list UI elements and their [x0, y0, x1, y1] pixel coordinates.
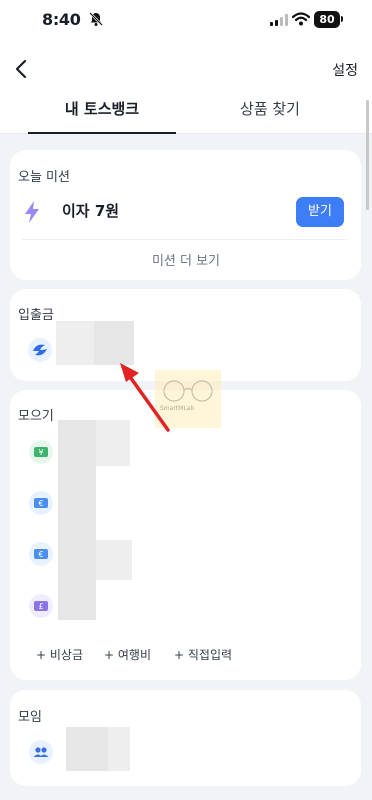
svg-text:£: £	[38, 602, 43, 611]
redacted-savings-names	[58, 420, 96, 620]
add-custom-input-chip[interactable]: + 직접입력	[174, 646, 232, 663]
mission-divider	[22, 239, 347, 240]
add-emergency-fund-chip[interactable]: + 비상금	[36, 646, 83, 663]
tab-find-products[interactable]: 상품 찾기	[196, 94, 344, 134]
svg-text:€: €	[38, 499, 43, 508]
tab-my-tossbank[interactable]: 내 토스뱅크	[28, 94, 176, 134]
red-pointer-arrow-icon	[120, 363, 170, 432]
receive-reward-button[interactable]: 받기	[296, 197, 344, 227]
mission-card-title: 오늘 미션	[18, 170, 70, 185]
savings-card-title: 모으기	[18, 409, 54, 424]
settings-button[interactable]: 설정	[332, 60, 358, 80]
redacted-account-name	[56, 321, 94, 365]
more-missions-link[interactable]: 미션 더 보기	[0, 250, 372, 269]
group-account-card[interactable]	[10, 690, 361, 786]
svg-text:€: €	[38, 550, 43, 559]
back-arrow-icon[interactable]	[12, 58, 32, 80]
status-time: 8:40	[42, 10, 81, 29]
redacted-group-balance	[108, 727, 130, 771]
scrollbar[interactable]	[366, 100, 369, 210]
redacted-savings-balance	[96, 540, 132, 580]
svg-text:¥: ¥	[38, 448, 43, 457]
tab-bar: 내 토스뱅크 상품 찾기	[0, 94, 372, 134]
cellular-signal-icon	[270, 14, 288, 26]
pound-savings-icon: £	[29, 594, 53, 618]
yen-savings-icon: ¥	[29, 440, 53, 464]
wifi-icon	[292, 12, 310, 26]
euro-savings-icon: €	[29, 542, 53, 566]
deposit-card-title: 입출금	[18, 308, 54, 323]
navigation-bar	[0, 44, 372, 94]
euro-savings-icon: €	[29, 491, 53, 515]
lightning-bolt-icon	[25, 201, 39, 223]
toss-logo-icon	[28, 338, 52, 362]
mission-reward-text: 이자 7원	[62, 202, 120, 220]
group-people-icon	[29, 740, 53, 764]
group-card-title: 모임	[18, 710, 42, 725]
bell-off-icon	[89, 12, 103, 26]
add-travel-fund-chip[interactable]: + 여행비	[104, 646, 151, 663]
battery-indicator: 80	[314, 11, 340, 28]
